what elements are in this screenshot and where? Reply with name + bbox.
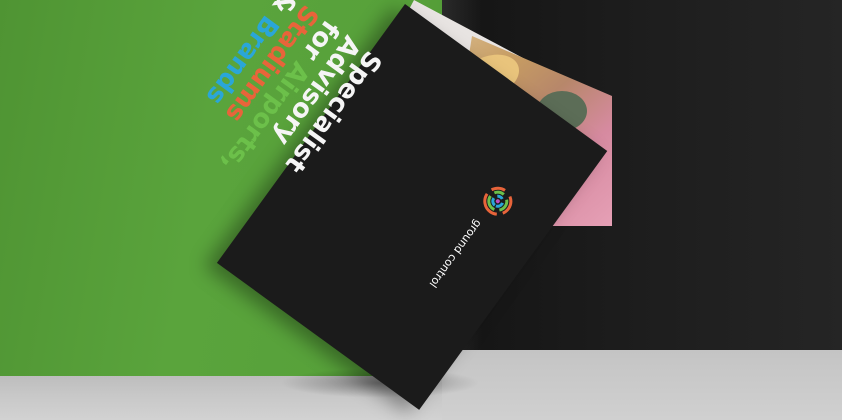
concentric-ring-logo-icon [483, 186, 513, 216]
floor-right [442, 350, 842, 420]
brochure-mockup-scene: Specialist Advisory for Airports, Stadiu… [0, 0, 842, 420]
brand-name: ground control [426, 217, 485, 290]
